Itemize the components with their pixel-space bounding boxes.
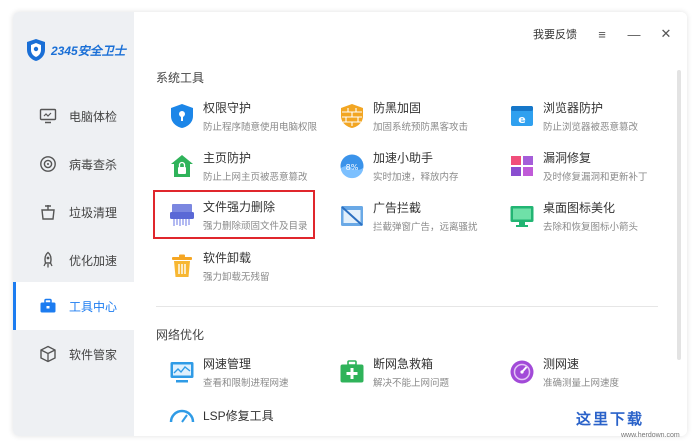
app-window: 2345安全卫士 电脑体检 病毒查杀 垃圾清理 优化加速 工具中心 软件管家 我… <box>13 12 687 436</box>
ad-block-icon <box>341 206 363 226</box>
tool-desc: 查看和限制进程网速 <box>203 378 289 389</box>
tool-name: 主页防护 <box>203 151 252 165</box>
app-logo: 2345安全卫士 <box>25 38 126 62</box>
tool-speed-helper[interactable]: 8% 加速小助手 实时加速，释放内存 <box>339 146 499 186</box>
tool-anti-hack[interactable]: 防黑加固 加固系统预防黑客攻击 <box>339 96 499 136</box>
tool-name: 广告拦截 <box>373 201 422 215</box>
trash-cleanup-icon <box>39 203 57 221</box>
tool-desc: 解决不能上网问题 <box>373 378 450 389</box>
feedback-link[interactable]: 我要反馈 <box>533 26 577 42</box>
tool-desc: 拦截弹窗广告，远离骚扰 <box>373 222 478 233</box>
svg-text:8%: 8% <box>346 163 359 172</box>
close-icon[interactable]: ✕ <box>659 26 673 41</box>
first-aid-kit-icon <box>340 360 364 383</box>
tool-lsp-repair[interactable]: LSP修复工具 <box>169 402 329 428</box>
tool-name: 权限守护 <box>203 101 252 115</box>
sidebar-item-tool-center[interactable]: 工具中心 <box>13 282 134 330</box>
tool-network-speed-manage[interactable]: 网速管理 查看和限制进程网速 <box>169 352 329 392</box>
tool-ad-block[interactable]: 广告拦截 拦截弹窗广告，远离骚扰 <box>339 196 499 236</box>
sidebar: 2345安全卫士 电脑体检 病毒查杀 垃圾清理 优化加速 工具中心 软件管家 <box>13 12 134 436</box>
title-bar: 我要反馈 ≡ — ✕ <box>533 26 673 42</box>
tool-name: 断网急救箱 <box>373 357 434 371</box>
target-icon <box>39 155 57 173</box>
site-watermark: 这里下载 www.herdown.com <box>576 408 680 439</box>
tool-name: 防黑加固 <box>373 101 422 115</box>
browser-shield-icon: e <box>511 106 533 126</box>
tool-homepage-protect[interactable]: 主页防护 防止上网主页被恶意篡改 <box>169 146 329 186</box>
sidebar-item-label: 病毒查杀 <box>69 157 118 172</box>
sidebar-item-label: 垃圾清理 <box>69 205 118 220</box>
sidebar-item-label: 优化加速 <box>69 253 118 268</box>
home-lock-icon <box>171 155 193 177</box>
tool-desc: 强力删除顽固文件及目录 <box>203 220 308 232</box>
tool-desc: 防止浏览器被恶意篡改 <box>543 122 639 133</box>
tool-name: 漏洞修复 <box>543 151 592 165</box>
tool-file-shredder[interactable]: 文件强力删除 强力删除顽固文件及目录 <box>153 190 315 239</box>
tool-name: 测网速 <box>543 357 580 371</box>
tool-desktop-icon-beautify[interactable]: 桌面图标美化 去除和恢复图标小箭头 <box>509 196 669 236</box>
watermark-text: 这里下载 <box>576 410 645 428</box>
tool-name: 文件强力删除 <box>203 199 276 214</box>
network-monitor-icon <box>170 362 194 383</box>
main-content: 我要反馈 ≡ — ✕ 系统工具 权限守护 防止程序随意使用电脑权限 防黑加固 加… <box>134 12 687 436</box>
sidebar-item-pc-checkup[interactable]: 电脑体检 <box>13 92 134 140</box>
trash-bin-icon <box>172 254 192 277</box>
cube-icon <box>39 345 57 363</box>
tool-desc: 防止上网主页被恶意篡改 <box>203 172 308 183</box>
app-logo-text: 2345安全卫士 <box>51 43 126 58</box>
shield-lock-icon <box>171 104 193 128</box>
tool-desc: 防止程序随意使用电脑权限 <box>203 122 318 133</box>
rocket-icon <box>39 251 57 269</box>
sidebar-item-label: 工具中心 <box>69 299 118 314</box>
menu-icon[interactable]: ≡ <box>595 27 609 42</box>
section-title-network-optimize: 网络优化 <box>156 328 205 342</box>
lsp-gauge-icon <box>169 409 195 423</box>
tool-software-uninstall[interactable]: 软件卸载 强力卸载无残留 <box>169 246 329 286</box>
shield-logo-icon <box>27 39 45 61</box>
monitor-icon <box>39 107 57 125</box>
tool-network-first-aid[interactable]: 断网急救箱 解决不能上网问题 <box>339 352 499 392</box>
section-divider <box>156 306 658 307</box>
tool-desc: 准确测量上网速度 <box>543 378 620 389</box>
sidebar-item-virus-scan[interactable]: 病毒查杀 <box>13 140 134 188</box>
svg-text:e: e <box>518 113 525 126</box>
tool-desc: 及时修复漏洞和更新补丁 <box>543 172 648 183</box>
shredder-icon <box>170 203 194 226</box>
speedometer-icon <box>510 360 534 384</box>
scrollbar[interactable] <box>677 70 681 360</box>
tool-permission-guard[interactable]: 权限守护 防止程序随意使用电脑权限 <box>169 96 329 136</box>
tool-speed-test[interactable]: 测网速 准确测量上网速度 <box>509 352 669 392</box>
sidebar-item-optimize[interactable]: 优化加速 <box>13 236 134 284</box>
speed-ball-icon: 8% <box>340 154 364 179</box>
tool-desc: 强力卸载无残留 <box>203 272 270 283</box>
tool-browser-protect[interactable]: e 浏览器防护 防止浏览器被恶意篡改 <box>509 96 669 136</box>
sidebar-item-label: 电脑体检 <box>69 109 118 124</box>
brick-shield-icon <box>341 104 363 128</box>
sidebar-item-label: 软件管家 <box>69 347 118 362</box>
tool-name: 软件卸载 <box>203 251 252 265</box>
tool-desc: 去除和恢复图标小箭头 <box>543 222 639 233</box>
tool-vulnerability-fix[interactable]: 漏洞修复 及时修复漏洞和更新补丁 <box>509 146 669 186</box>
sidebar-item-junk-cleanup[interactable]: 垃圾清理 <box>13 188 134 236</box>
windows-patch-icon <box>511 156 533 176</box>
sidebar-item-software-manager[interactable]: 软件管家 <box>13 330 134 378</box>
section-title-system-tools: 系统工具 <box>156 71 205 85</box>
tool-name: 浏览器防护 <box>543 101 604 115</box>
tool-desc: 加固系统预防黑客攻击 <box>373 122 469 133</box>
tool-name: LSP修复工具 <box>203 408 274 423</box>
minimize-icon[interactable]: — <box>627 27 641 42</box>
tool-name: 网速管理 <box>203 357 252 371</box>
tool-name: 桌面图标美化 <box>543 201 616 215</box>
watermark-url: www.herdown.com <box>621 432 680 439</box>
tool-desc: 实时加速，释放内存 <box>373 172 459 183</box>
tool-name: 加速小助手 <box>373 151 434 165</box>
desktop-icon <box>510 206 534 227</box>
toolbox-icon <box>39 297 57 315</box>
